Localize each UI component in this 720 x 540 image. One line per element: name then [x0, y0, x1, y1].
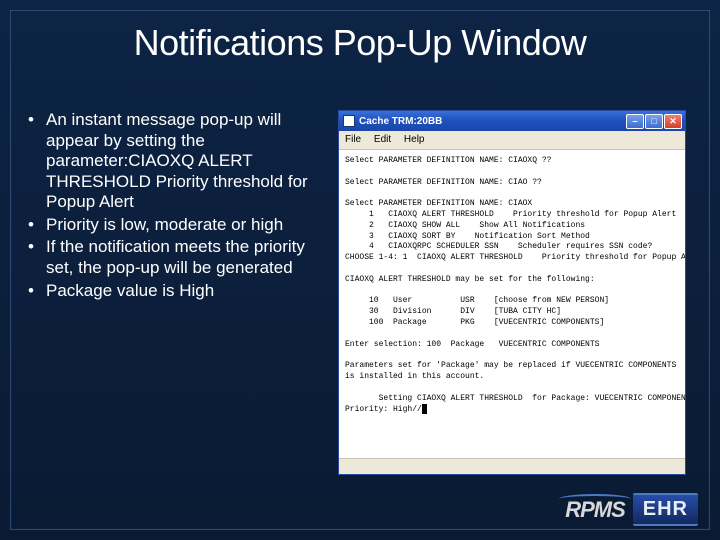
window-titlebar: Cache TRM:20BB – □ ✕: [339, 111, 685, 131]
app-icon: [343, 115, 355, 127]
bullet-list: An instant message pop-up will appear by…: [22, 110, 324, 475]
slide-content: An instant message pop-up will appear by…: [22, 110, 698, 475]
bullet-item: If the notification meets the priority s…: [22, 237, 324, 278]
window-title: Cache TRM:20BB: [359, 116, 626, 127]
bullet-item: Package value is High: [22, 281, 324, 302]
status-bar: [339, 458, 685, 474]
menu-file[interactable]: File: [345, 134, 361, 145]
bullet-item: An instant message pop-up will appear by…: [22, 110, 324, 213]
menu-help[interactable]: Help: [404, 134, 425, 145]
menu-bar: File Edit Help: [339, 131, 685, 150]
cursor-icon: [422, 404, 427, 414]
slide-title: Notifications Pop-Up Window: [0, 22, 720, 64]
menu-edit[interactable]: Edit: [374, 134, 391, 145]
ehr-logo: EHR: [633, 493, 698, 526]
bullet-item: Priority is low, moderate or high: [22, 215, 324, 236]
minimize-button[interactable]: –: [626, 114, 644, 129]
screenshot-window: Cache TRM:20BB – □ ✕ File Edit Help Sele…: [338, 110, 686, 475]
footer-logo-group: RPMS EHR: [565, 493, 698, 526]
rpms-logo: RPMS: [565, 497, 625, 523]
maximize-button[interactable]: □: [645, 114, 663, 129]
swoosh-icon: [559, 494, 631, 504]
close-button[interactable]: ✕: [664, 114, 682, 129]
terminal-output[interactable]: Select PARAMETER DEFINITION NAME: CIAOXQ…: [339, 150, 685, 458]
